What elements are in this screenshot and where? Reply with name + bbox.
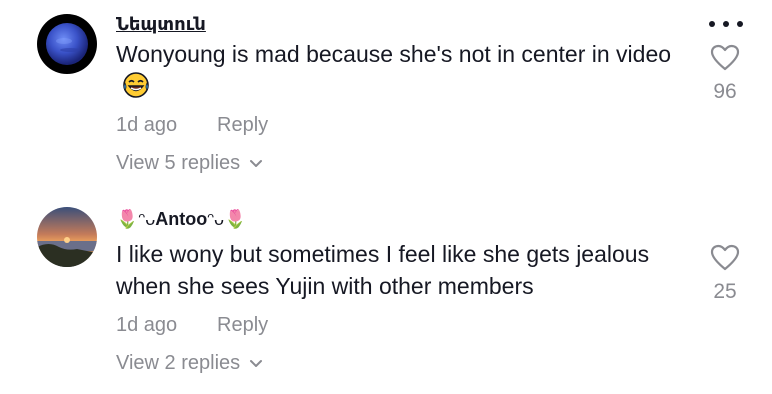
tulip-emoji-icon: 🌷 [116,209,139,229]
avatar-image-sunset [37,207,97,267]
comment-timestamp: 1d ago [116,114,178,136]
chevron-down-icon [250,159,263,167]
like-count: 25 [713,280,737,303]
tulip-emoji-icon: 🌷 [224,209,247,229]
comment-item: Նեպտուն Wonyoung is mad because she's no… [0,0,772,190]
view-replies-label: View 2 replies [116,352,241,374]
username-text: Antoo [155,209,208,229]
reply-button[interactable]: Reply [217,314,268,337]
chevron-down-icon [250,359,263,367]
comment-meta: 1d ago Reply [116,114,268,137]
comment-username[interactable]: 🌷ᵔᴗAntooᵔᴗ🌷 [116,209,246,230]
avatar-image-planet [37,14,97,74]
heart-outline-icon [710,244,740,271]
view-replies-button[interactable]: View 2 replies [116,352,263,375]
comment-text: I like wony but sometimes I feel like sh… [116,238,676,302]
view-replies-label: View 5 replies [116,152,241,174]
comment-text: Wonyoung is mad because she's not in cen… [116,38,676,102]
like-button[interactable]: 25 [700,244,750,304]
avatar[interactable] [37,207,97,267]
view-replies-button[interactable]: View 5 replies [116,152,263,175]
heart-outline-icon [710,44,740,71]
like-button[interactable]: 96 [700,44,750,104]
comment-body: I like wony but sometimes I feel like sh… [116,241,650,299]
avatar[interactable] [37,14,97,74]
face-with-tears-of-joy-icon [123,72,149,98]
comment-timestamp: 1d ago [116,314,178,336]
comment-body: Wonyoung is mad because she's not in cen… [116,41,672,67]
comment-item: 🌷ᵔᴗAntooᵔᴗ🌷 I like wony but sometimes I … [0,200,772,394]
like-count: 96 [713,80,737,103]
username-ornament: ᵔᴗ [207,209,225,229]
reply-button[interactable]: Reply [217,114,268,137]
comment-meta: 1d ago Reply [116,314,268,337]
username-ornament: ᵔᴗ [138,209,156,229]
comment-username[interactable]: Նեպտուն [116,14,206,35]
